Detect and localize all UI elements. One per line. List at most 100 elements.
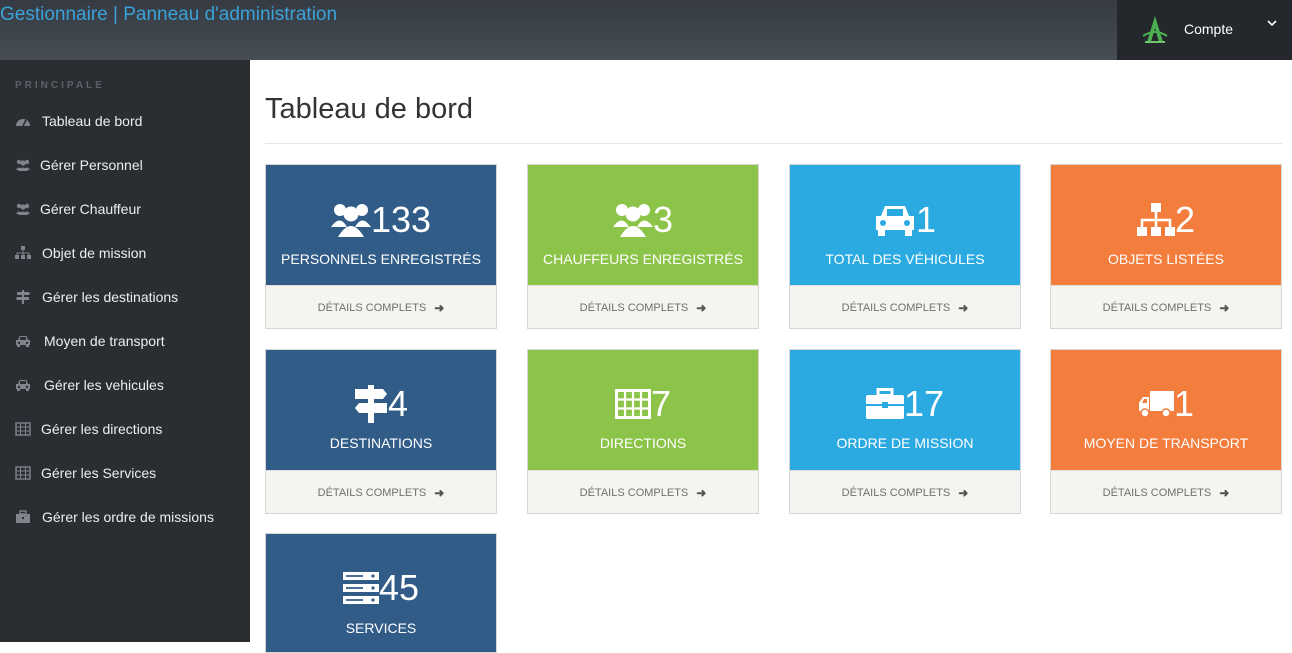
details-link-label: DÉTAILS COMPLETS xyxy=(317,302,427,314)
users-icon xyxy=(16,159,30,171)
sidebar-item-label: Gérer les Services xyxy=(41,465,157,481)
details-link[interactable]: DÉTAILS COMPLETS ➜ xyxy=(790,470,1020,513)
sidebar-item-gerer-ordre-de-missions[interactable]: Gérer les ordre de missions xyxy=(0,495,250,539)
stat-card-objets: 2 OBJETS LISTÉES DÉTAILS COMPLETS ➜ xyxy=(1050,164,1282,329)
stat-card-chauffeurs: 3 CHAUFFEURS ENREGISTRÉS DÉTAILS COMPLET… xyxy=(527,164,759,329)
sidebar-item-label: Gérer Personnel xyxy=(40,157,143,173)
sidebar-item-label: Moyen de transport xyxy=(44,333,165,349)
details-link-label: DÉTAILS COMPLETS xyxy=(841,487,951,499)
details-link-label: DÉTAILS COMPLETS xyxy=(841,302,951,314)
sidebar-item-label: Gérer les destinations xyxy=(42,289,179,305)
stat-value: 2 xyxy=(1174,199,1196,240)
sidebar-item-label: Tableau de bord xyxy=(42,113,143,129)
arrow-right-icon: ➜ xyxy=(696,486,707,500)
arrow-right-icon: ➜ xyxy=(434,301,445,315)
stat-card-body: 1 MOYEN DE TRANSPORT xyxy=(1051,350,1281,470)
details-link-label: DÉTAILS COMPLETS xyxy=(317,487,427,499)
users-icon xyxy=(16,203,30,215)
stat-value: 1 xyxy=(1173,383,1195,424)
stat-label: DESTINATIONS xyxy=(329,435,433,451)
sidebar-item-gerer-directions[interactable]: Gérer les directions xyxy=(0,407,250,451)
arrow-right-icon: ➜ xyxy=(1219,486,1230,500)
stat-card-body: 17 ORDRE DE MISSION xyxy=(790,350,1020,470)
signpost-icon xyxy=(16,290,30,304)
car-icon xyxy=(875,206,914,236)
sidebar-item-gerer-vehicules[interactable]: Gérer les vehicules xyxy=(0,363,250,407)
table-icon xyxy=(15,422,31,436)
sitemap-icon xyxy=(15,246,31,259)
arrow-right-icon: ➜ xyxy=(958,486,969,500)
sidebar-item-gerer-services[interactable]: Gérer les Services xyxy=(0,451,250,495)
page-title: Tableau de bord xyxy=(265,93,473,125)
details-link[interactable]: DÉTAILS COMPLETS ➜ xyxy=(1051,470,1281,513)
stat-value: 7 xyxy=(650,383,672,424)
top-bar: Gestionnaire | Panneau d'administration … xyxy=(0,0,1292,60)
stat-card-personnels: 133 PERSONNELS ENREGISTRÉS DÉTAILS COMPL… xyxy=(265,164,497,329)
sidebar-item-gerer-personnel[interactable]: Gérer Personnel xyxy=(0,143,250,187)
stat-label: MOYEN DE TRANSPORT xyxy=(1083,435,1249,451)
stat-card-ordre-de-mission: 17 ORDRE DE MISSION DÉTAILS COMPLETS ➜ xyxy=(789,349,1021,514)
chevron-down-icon xyxy=(1267,20,1277,27)
sidebar-item-label: Gérer Chauffeur xyxy=(40,201,141,217)
stat-value: 4 xyxy=(387,383,409,424)
stat-card-vehicules: 1 TOTAL DES VÉHICULES DÉTAILS COMPLETS ➜ xyxy=(789,164,1021,329)
users-icon xyxy=(612,204,653,237)
sidebar-item-moyen-de-transport[interactable]: Moyen de transport xyxy=(0,319,250,363)
sidebar-item-objet-de-mission[interactable]: Objet de mission xyxy=(0,231,250,275)
sidebar-item-label: Gérer les ordre de missions xyxy=(42,509,214,525)
details-link[interactable]: DÉTAILS COMPLETS ➜ xyxy=(266,470,496,513)
server-icon xyxy=(342,572,379,604)
details-link[interactable]: DÉTAILS COMPLETS ➜ xyxy=(528,470,758,513)
briefcase-icon xyxy=(865,388,904,419)
sidebar-item-label: Objet de mission xyxy=(42,245,147,261)
stat-card-body: 2 OBJETS LISTÉES xyxy=(1051,165,1281,285)
stat-value: 17 xyxy=(903,383,945,424)
stat-label: SERVICES xyxy=(345,620,417,636)
details-link[interactable]: DÉTAILS COMPLETS ➜ xyxy=(1051,285,1281,328)
dashboard-icon xyxy=(16,119,30,127)
sidebar-item-gerer-destinations[interactable]: Gérer les destinations xyxy=(0,275,250,319)
details-link-label: DÉTAILS COMPLETS xyxy=(1102,487,1212,499)
logo-icon xyxy=(1142,16,1168,43)
sidebar-heading: PRINCIPALE xyxy=(15,80,105,91)
details-link[interactable]: DÉTAILS COMPLETS ➜ xyxy=(790,285,1020,328)
stat-card-body: 7 DIRECTIONS xyxy=(528,350,758,470)
account-menu[interactable]: Compte xyxy=(1117,0,1292,60)
stat-value: 133 xyxy=(370,199,432,240)
table-icon xyxy=(15,466,31,480)
signpost-icon xyxy=(354,385,387,423)
stat-card-services: 45 SERVICES xyxy=(265,533,497,653)
sidebar-item-tableau-de-bord[interactable]: Tableau de bord xyxy=(0,99,250,143)
account-label: Compte xyxy=(1184,21,1234,37)
details-link-label: DÉTAILS COMPLETS xyxy=(579,487,689,499)
details-link-label: DÉTAILS COMPLETS xyxy=(579,302,689,314)
stat-card-body: 133 PERSONNELS ENREGISTRÉS xyxy=(266,165,496,285)
stat-card-directions: 7 DIRECTIONS DÉTAILS COMPLETS ➜ xyxy=(527,349,759,514)
stat-label: PERSONNELS ENREGISTRÉS xyxy=(281,251,481,267)
stat-value: 1 xyxy=(915,199,937,240)
arrow-right-icon: ➜ xyxy=(958,301,969,315)
table-icon xyxy=(614,389,651,419)
car-icon xyxy=(16,336,30,347)
stat-label: CHAUFFEURS ENREGISTRÉS xyxy=(543,251,743,267)
users-icon xyxy=(330,204,371,237)
stat-label: TOTAL DES VÉHICULES xyxy=(825,251,985,267)
stat-label: OBJETS LISTÉES xyxy=(1108,251,1224,267)
arrow-right-icon: ➜ xyxy=(1219,301,1230,315)
sidebar-item-gerer-chauffeur[interactable]: Gérer Chauffeur xyxy=(0,187,250,231)
stat-label: DIRECTIONS xyxy=(599,435,687,451)
details-link-label: DÉTAILS COMPLETS xyxy=(1102,302,1212,314)
stat-value: 45 xyxy=(378,567,420,608)
stat-card-destinations: 4 DESTINATIONS DÉTAILS COMPLETS ➜ xyxy=(265,349,497,514)
stat-card-body: 4 DESTINATIONS xyxy=(266,350,496,470)
details-link[interactable]: DÉTAILS COMPLETS ➜ xyxy=(266,285,496,328)
sidebar: PRINCIPALE Tableau de bord Gérer Personn… xyxy=(0,60,250,642)
briefcase-icon xyxy=(16,510,30,523)
stat-card-body: 3 CHAUFFEURS ENREGISTRÉS xyxy=(528,165,758,285)
stat-card-moyen-de-transport: 1 MOYEN DE TRANSPORT DÉTAILS COMPLETS ➜ xyxy=(1050,349,1282,514)
sidebar-item-label: Gérer les directions xyxy=(41,421,163,437)
details-link[interactable]: DÉTAILS COMPLETS ➜ xyxy=(528,285,758,328)
sitemap-icon xyxy=(1136,203,1175,236)
app-title[interactable]: Gestionnaire | Panneau d'administration xyxy=(0,4,337,26)
stat-card-body: 1 TOTAL DES VÉHICULES xyxy=(790,165,1020,285)
